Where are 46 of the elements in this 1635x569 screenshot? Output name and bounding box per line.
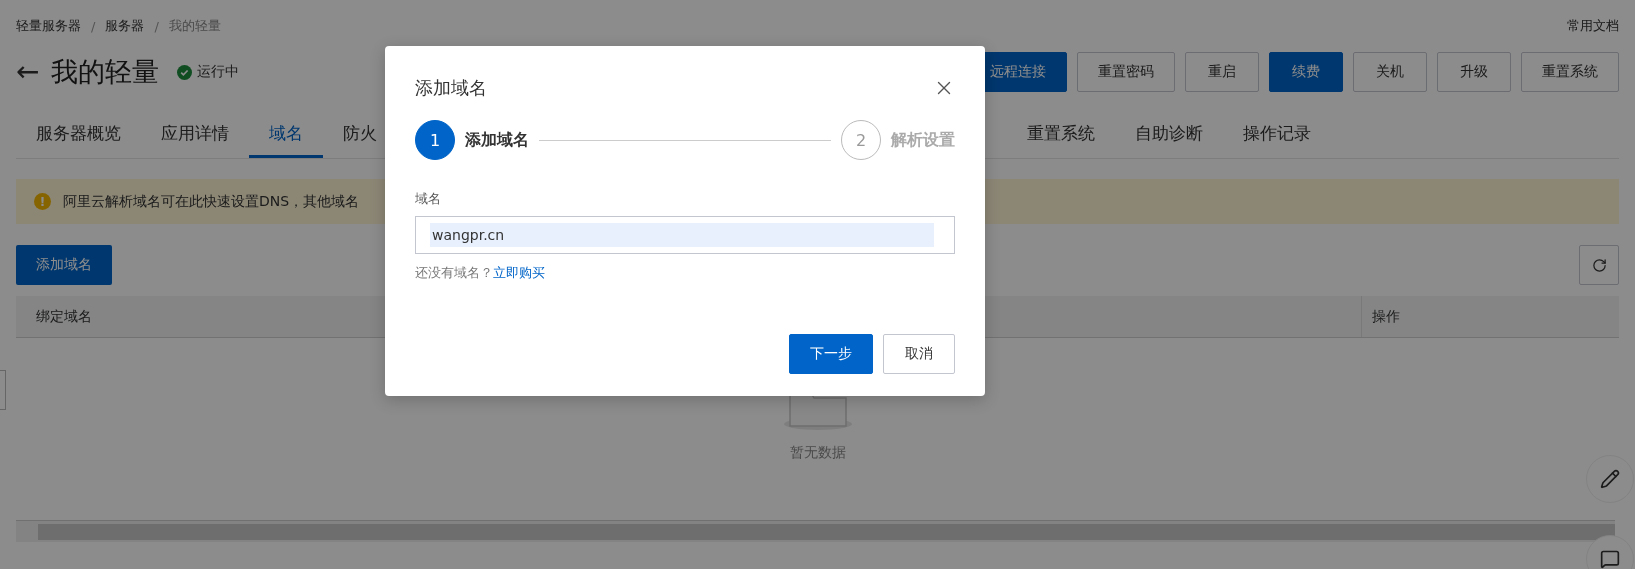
- add-domain-button[interactable]: 添加域名: [16, 245, 112, 285]
- dialog-button[interactable]: 下一步: [789, 334, 873, 374]
- pencil-icon: [1600, 469, 1620, 489]
- breadcrumb-separator: /: [154, 18, 159, 34]
- empty-text: 暂无数据: [789, 444, 846, 462]
- breadcrumb-separator: /: [91, 18, 96, 34]
- tab[interactable]: 服务器概览: [16, 111, 141, 158]
- step-label: 添加域名: [465, 129, 529, 151]
- status-text: 运行中: [197, 63, 240, 81]
- dialog-button[interactable]: 取消: [883, 334, 955, 374]
- check-circle-icon: [177, 64, 193, 80]
- action-button[interactable]: 重置密码: [1077, 52, 1175, 92]
- chat-icon: [1600, 549, 1620, 569]
- edit-button[interactable]: [1586, 455, 1634, 503]
- tab[interactable]: 重置系统: [1007, 111, 1115, 158]
- chat-button[interactable]: [1586, 535, 1634, 569]
- tab[interactable]: 操作记录: [1223, 111, 1331, 158]
- column-header: 操作: [1361, 296, 1619, 337]
- action-button[interactable]: 关机: [1353, 52, 1427, 92]
- dialog-title: 添加域名: [415, 76, 487, 100]
- step-number: 2: [841, 120, 881, 160]
- action-button[interactable]: 重启: [1185, 52, 1259, 92]
- hint-text: 还没有域名？: [415, 264, 493, 282]
- warning-icon: !: [34, 193, 51, 210]
- docs-link[interactable]: 常用文档: [1567, 17, 1619, 35]
- action-button[interactable]: 重置系统: [1521, 52, 1619, 92]
- back-button[interactable]: ←: [16, 58, 40, 86]
- breadcrumb-item[interactable]: 轻量服务器: [16, 17, 81, 35]
- breadcrumb-item[interactable]: 服务器: [105, 17, 145, 35]
- column-header: 绑定域名: [35, 306, 93, 326]
- horizontal-scrollbar[interactable]: [16, 520, 1615, 542]
- breadcrumb-item: 我的轻量: [168, 17, 221, 35]
- action-button[interactable]: 续费: [1269, 52, 1343, 92]
- step-label: 解析设置: [891, 129, 955, 151]
- buy-now-link[interactable]: 立即购买: [493, 264, 545, 282]
- tab[interactable]: 应用详情: [141, 111, 249, 158]
- step-number: 1: [415, 120, 455, 160]
- tab[interactable]: 域名: [249, 111, 323, 158]
- page-title: 我的轻量: [51, 55, 160, 89]
- refresh-button[interactable]: [1579, 245, 1619, 285]
- alert-text: 阿里云解析域名可在此快速设置DNS，其他域名: [63, 192, 360, 211]
- tab[interactable]: 自助诊断: [1115, 111, 1223, 158]
- action-button[interactable]: 升级: [1437, 52, 1511, 92]
- refresh-icon: [1591, 257, 1607, 273]
- field-label: 域名: [415, 190, 442, 208]
- domain-input-field[interactable]: wangpr.cn: [415, 216, 955, 254]
